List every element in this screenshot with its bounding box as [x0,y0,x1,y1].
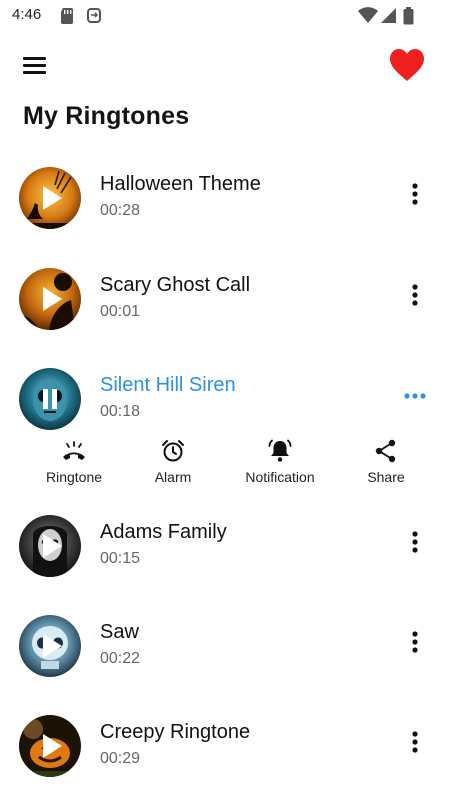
ringtone-thumbnail[interactable] [19,515,81,577]
ringtone-item[interactable]: Saw 00:22 [0,608,450,688]
ringtone-action-label: Ringtone [45,469,103,485]
more-options-icon[interactable] [398,625,432,659]
ringtone-duration: 00:22 [100,650,141,667]
ringtone-thumbnail[interactable] [19,615,81,677]
ringtone-item[interactable]: Halloween Theme 00:28 [0,160,450,240]
play-icon[interactable] [19,268,81,330]
ringtone-duration: 00:15 [100,550,141,567]
wifi-icon [358,7,378,29]
hamburger-menu-icon[interactable] [18,50,54,80]
play-icon[interactable] [19,715,81,777]
ringtone-title: Creepy Ringtone [100,721,251,743]
ringtone-title: Saw [100,621,139,643]
signal-icon [380,7,397,29]
play-icon[interactable] [19,615,81,677]
battery-icon [403,7,414,30]
ringtone-item-active[interactable]: Silent Hill Siren 00:18 [0,361,450,441]
notification-bell-icon [268,439,292,462]
pause-icon[interactable] [19,368,81,430]
share-action-label: Share [367,469,405,485]
sync-icon [86,7,102,29]
play-icon[interactable] [19,515,81,577]
set-ringtone-button[interactable]: Ringtone [36,438,112,494]
more-options-icon[interactable] [398,177,432,211]
ringtone-title: Scary Ghost Call [100,274,251,296]
set-notification-button[interactable]: Notification [234,438,326,494]
status-time: 4:46 [12,6,42,23]
ringtone-duration: 00:28 [100,202,141,219]
ringtone-item[interactable]: Scary Ghost Call 00:01 [0,261,450,341]
ringtone-thumbnail[interactable] [19,268,81,330]
ringtone-thumbnail[interactable] [19,368,81,430]
share-button[interactable]: Share [358,438,414,494]
set-alarm-button[interactable]: Alarm [140,438,206,494]
ringtone-title: Silent Hill Siren [100,374,236,396]
more-options-icon[interactable] [398,278,432,312]
notification-action-label: Notification [245,469,315,485]
ringtone-actions-bar: Ringtone Alarm Notification Share [0,438,450,494]
ringtone-title: Halloween Theme [100,173,261,195]
ringtone-thumbnail[interactable] [19,167,81,229]
app-bar [0,40,450,96]
ringtone-item[interactable]: Adams Family 00:15 [0,508,450,588]
share-icon [375,439,396,463]
ringtone-duration: 00:18 [100,403,141,420]
heart-icon[interactable] [386,44,428,86]
phone-ringing-icon [63,441,85,460]
page-title: My Ringtones [23,102,190,130]
ringtone-duration: 00:01 [100,303,141,320]
ringtone-title: Adams Family [100,521,227,543]
more-options-icon[interactable] [398,378,432,412]
more-options-icon[interactable] [398,725,432,759]
play-icon[interactable] [19,167,81,229]
ringtone-thumbnail[interactable] [19,715,81,777]
more-options-icon[interactable] [398,525,432,559]
status-bar: 4:46 [0,0,450,32]
ringtone-duration: 00:29 [100,750,141,767]
sd-card-icon [60,7,74,29]
alarm-action-label: Alarm [154,469,192,485]
alarm-clock-icon [162,440,184,462]
ringtone-item[interactable]: Creepy Ringtone 00:29 [0,708,450,788]
